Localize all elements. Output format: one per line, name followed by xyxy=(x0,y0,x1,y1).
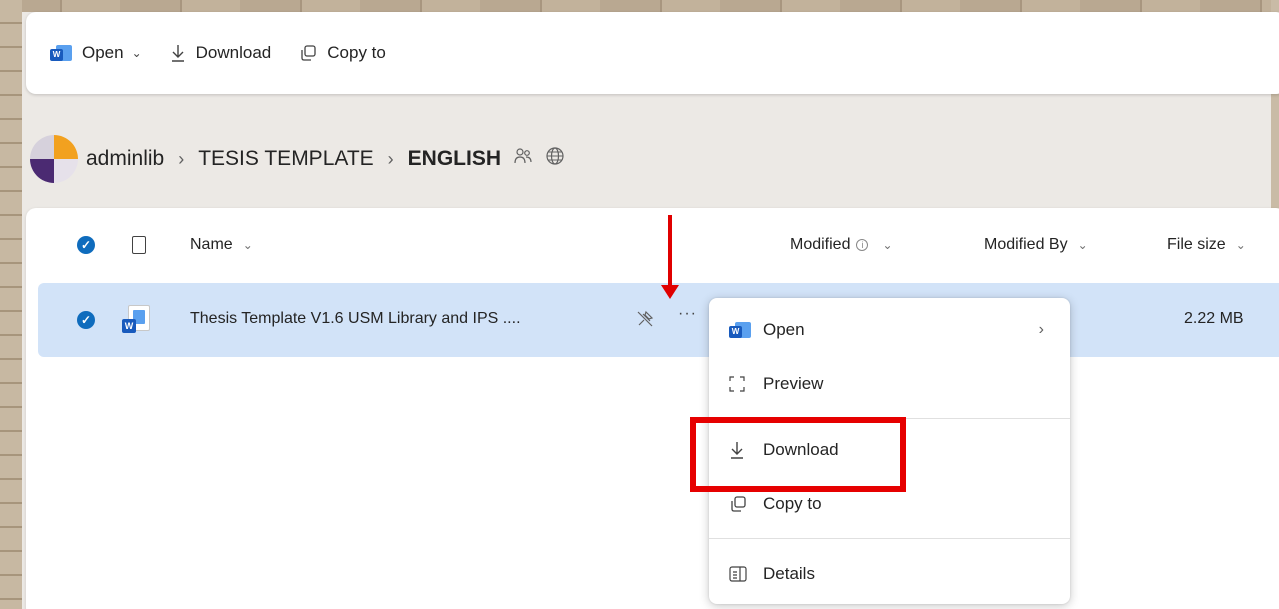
breadcrumb: adminlib › TESIS TEMPLATE › ENGLISH xyxy=(30,135,565,183)
checkmark-icon: ✓ xyxy=(77,311,95,329)
file-list: ✓ Name ⌄ Modified i ⌄ Modified By ⌄ File… xyxy=(26,208,1279,609)
table-row[interactable]: ✓ W Thesis Template V1.6 USM Library and… xyxy=(38,283,1279,357)
file-name[interactable]: Thesis Template V1.6 USM Library and IPS… xyxy=(190,310,521,328)
details-icon xyxy=(729,566,753,582)
pin-off-icon[interactable] xyxy=(636,310,654,328)
info-icon: i xyxy=(856,239,869,251)
file-size-header-label: File size xyxy=(1167,236,1226,253)
download-label: Download xyxy=(195,43,272,62)
chevron-right-icon: › xyxy=(178,148,185,169)
globe-icon[interactable] xyxy=(545,146,565,172)
file-type-header[interactable] xyxy=(132,236,146,254)
menu-divider xyxy=(709,538,1070,539)
people-icon[interactable] xyxy=(513,146,533,172)
name-column-header[interactable]: Name ⌄ xyxy=(190,236,253,254)
preview-icon xyxy=(729,376,753,392)
file-size-column-header[interactable]: File size ⌄ xyxy=(1167,236,1246,254)
open-button[interactable]: W Open ⌄ xyxy=(50,43,142,63)
menu-item-open-label: Open xyxy=(763,320,805,339)
annotation-arrow-head xyxy=(661,285,679,299)
menu-item-open[interactable]: W Open › xyxy=(709,310,1070,350)
site-logo xyxy=(30,135,78,183)
select-all-checkbox[interactable]: ✓ xyxy=(77,236,95,254)
chevron-down-icon: ⌄ xyxy=(882,238,893,252)
modified-header-label: Modified xyxy=(790,236,851,253)
download-icon xyxy=(170,44,186,62)
copy-to-label: Copy to xyxy=(327,43,386,62)
breadcrumb-folder[interactable]: TESIS TEMPLATE xyxy=(198,147,373,171)
word-icon: W xyxy=(50,44,72,62)
breadcrumb-current: ENGLISH xyxy=(407,147,501,170)
chevron-down-icon: ⌄ xyxy=(131,46,142,60)
background-top xyxy=(0,0,1279,12)
word-file-icon: W xyxy=(122,305,150,335)
modified-by-column-header[interactable]: Modified By ⌄ xyxy=(984,236,1088,254)
name-header-label: Name xyxy=(190,236,233,253)
copy-to-button[interactable]: Copy to xyxy=(299,43,386,63)
menu-item-details-label: Details xyxy=(763,564,815,583)
chevron-right-icon: › xyxy=(387,148,394,169)
word-icon: W xyxy=(729,321,753,339)
breadcrumb-site[interactable]: adminlib xyxy=(86,147,164,171)
menu-item-copy-to-label: Copy to xyxy=(763,494,822,513)
modified-by-header-label: Modified By xyxy=(984,236,1068,253)
annotation-highlight-box xyxy=(690,417,906,492)
menu-item-details[interactable]: Details xyxy=(709,554,1070,594)
annotation-arrow xyxy=(668,215,672,288)
modified-column-header[interactable]: Modified i ⌄ xyxy=(790,236,893,254)
row-checkbox[interactable]: ✓ xyxy=(77,311,95,329)
file-size: 2.22 MB xyxy=(1184,310,1244,327)
chevron-down-icon: ⌄ xyxy=(1235,238,1246,252)
command-bar: W Open ⌄ Download Copy to xyxy=(26,12,1279,94)
chevron-down-icon: ⌄ xyxy=(242,238,253,252)
chevron-down-icon: ⌄ xyxy=(1077,238,1088,252)
menu-item-preview[interactable]: Preview xyxy=(709,364,1070,404)
menu-item-preview-label: Preview xyxy=(763,374,824,393)
copy-icon xyxy=(729,495,753,513)
document-icon xyxy=(132,236,146,254)
open-label: Open xyxy=(82,43,124,62)
copy-icon xyxy=(299,44,317,62)
list-header: ✓ Name ⌄ Modified i ⌄ Modified By ⌄ File… xyxy=(26,208,1279,284)
background-left xyxy=(0,0,22,609)
more-options-icon[interactable]: ··· xyxy=(678,305,697,323)
checkmark-icon: ✓ xyxy=(77,236,95,254)
download-button[interactable]: Download xyxy=(170,43,272,63)
chevron-right-icon: › xyxy=(1038,321,1044,338)
